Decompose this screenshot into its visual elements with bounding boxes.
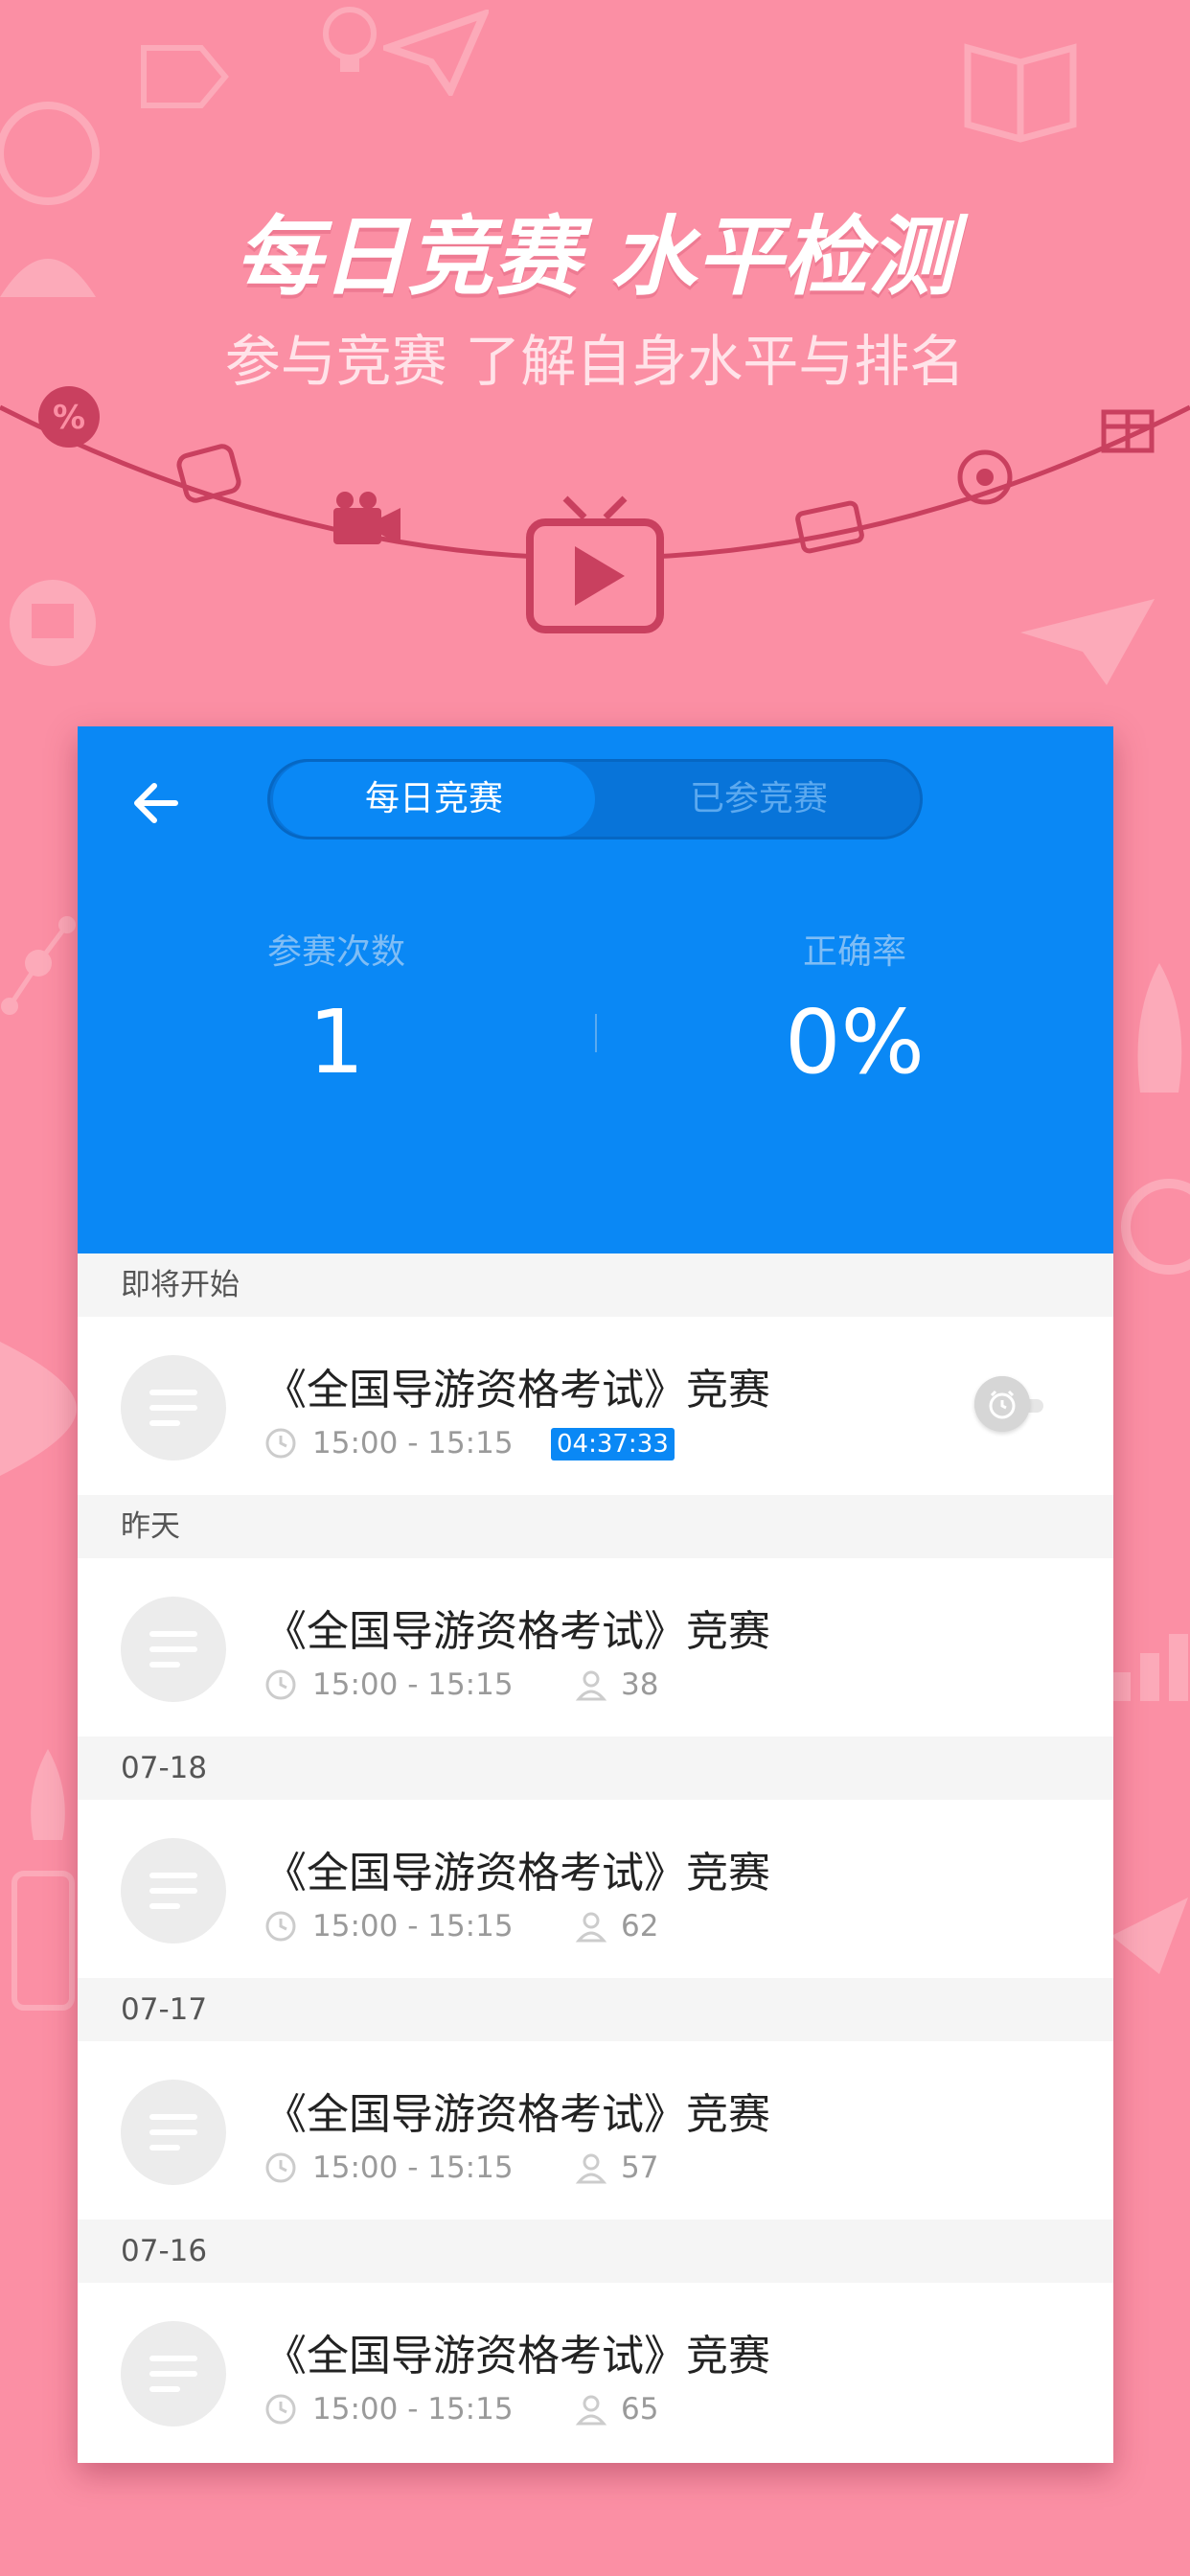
contest-title: 《全国导游资格考试》竞赛: [264, 2332, 770, 2380]
person-icon: [575, 1670, 607, 1701]
participant-count: 57: [621, 2150, 659, 2185]
clock-icon: [265, 1428, 296, 1459]
clock-icon: [265, 1669, 296, 1700]
participant-count: 38: [621, 1668, 659, 1702]
contest-time: 15:00 - 15:15: [312, 1426, 514, 1460]
stat-value: 1: [308, 991, 365, 1093]
header-panel: 每日竞赛 已参竞赛 参赛次数 1 正确率 0%: [78, 726, 1113, 1254]
contest-time: 15:00 - 15:15: [312, 2392, 514, 2426]
chart-icon: [1111, 1634, 1188, 1701]
phone-icon: [11, 1871, 75, 2011]
contest-row[interactable]: 《全国导游资格考试》竞赛 15:00 - 15:15 57: [78, 2041, 1113, 2220]
contest-list: 即将开始 《全国导游资格考试》竞赛 15:00 - 15:15 04:37:33: [78, 1254, 1113, 2461]
rocket-icon: [1137, 963, 1182, 1092]
section-heading: 昨天: [78, 1495, 1113, 1558]
tab-joined-contests[interactable]: 已参竞赛: [598, 762, 920, 837]
contest-title: 《全国导游资格考试》竞赛: [264, 1607, 770, 1656]
contest-row[interactable]: 《全国导游资格考试》竞赛 15:00 - 15:15 04:37:33: [78, 1317, 1113, 1495]
bulb-icon: [323, 7, 377, 72]
clock-icon: [265, 2152, 296, 2183]
molecule-icon: [1, 916, 76, 1015]
contest-avatar: [121, 1355, 226, 1460]
contest-avatar: [121, 1597, 226, 1702]
paper-plane-icon: [383, 10, 489, 96]
contest-avatar: [121, 1838, 226, 1944]
plane-icon: [1111, 1898, 1188, 1974]
percent-badge-icon: %: [38, 386, 100, 448]
arrow-left-icon[interactable]: [127, 774, 185, 832]
clock-icon: [265, 1911, 296, 1942]
contest-title: 《全国导游资格考试》竞赛: [264, 1366, 770, 1414]
stat-label: 正确率: [802, 932, 906, 972]
contest-row[interactable]: 《全国导游资格考试》竞赛 15:00 - 15:15 62: [78, 1800, 1113, 1978]
svg-text:%: %: [53, 399, 85, 437]
video-camera-icon: [333, 492, 400, 544]
contest-avatar: [121, 2080, 226, 2185]
decorative-arc: %: [0, 386, 1190, 633]
app-screen: 每日竞赛 已参竞赛 参赛次数 1 正确率 0% 即将开始 《全国导游资格考试》竞…: [78, 726, 1113, 2463]
tv-play-icon: [526, 495, 664, 633]
alarm-clock-icon[interactable]: [974, 1376, 1030, 1432]
stat-value: 0%: [785, 991, 925, 1093]
contest-time: 15:00 - 15:15: [312, 1668, 514, 1702]
rocket-icon: [31, 1749, 65, 1840]
promo-headline: 每日竞赛 水平检测: [235, 207, 955, 308]
contest-title: 《全国导游资格考试》竞赛: [264, 1849, 770, 1898]
section-heading: 07-17: [78, 1978, 1113, 2041]
contest-row[interactable]: 《全国导游资格考试》竞赛 15:00 - 15:15 38: [78, 1558, 1113, 1736]
section-heading: 07-18: [78, 1736, 1113, 1800]
person-icon: [575, 2153, 607, 2184]
rocket-icon: [0, 1342, 77, 1476]
contest-avatar: [121, 2321, 226, 2426]
section-heading: 07-16: [78, 2220, 1113, 2283]
stat-label: 参赛次数: [266, 932, 405, 972]
segmented-control: 每日竞赛 已参竞赛: [267, 759, 923, 840]
section-heading: 即将开始: [78, 1254, 1113, 1317]
tab-daily-contest[interactable]: 每日竞赛: [273, 762, 595, 837]
gear-icon: [1121, 1179, 1190, 1275]
book-icon: [964, 43, 1077, 143]
camera-icon: [795, 500, 864, 554]
person-icon: [575, 2395, 607, 2426]
person-icon: [575, 1912, 607, 1943]
clock-icon: [265, 2394, 296, 2425]
stat-accuracy: 正确率 0%: [596, 924, 1113, 1093]
tag-icon: [141, 45, 229, 108]
countdown-badge: 04:37:33: [551, 1428, 675, 1460]
stat-participations: 参赛次数 1: [78, 924, 595, 1093]
contest-time: 15:00 - 15:15: [312, 2150, 514, 2185]
contest-time: 15:00 - 15:15: [312, 1909, 514, 1944]
contest-row[interactable]: 《全国导游资格考试》竞赛 15:00 - 15:15 65: [78, 2283, 1113, 2461]
participant-count: 62: [621, 1909, 659, 1944]
contest-title: 《全国导游资格考试》竞赛: [264, 2090, 770, 2139]
participant-count: 65: [621, 2392, 659, 2426]
